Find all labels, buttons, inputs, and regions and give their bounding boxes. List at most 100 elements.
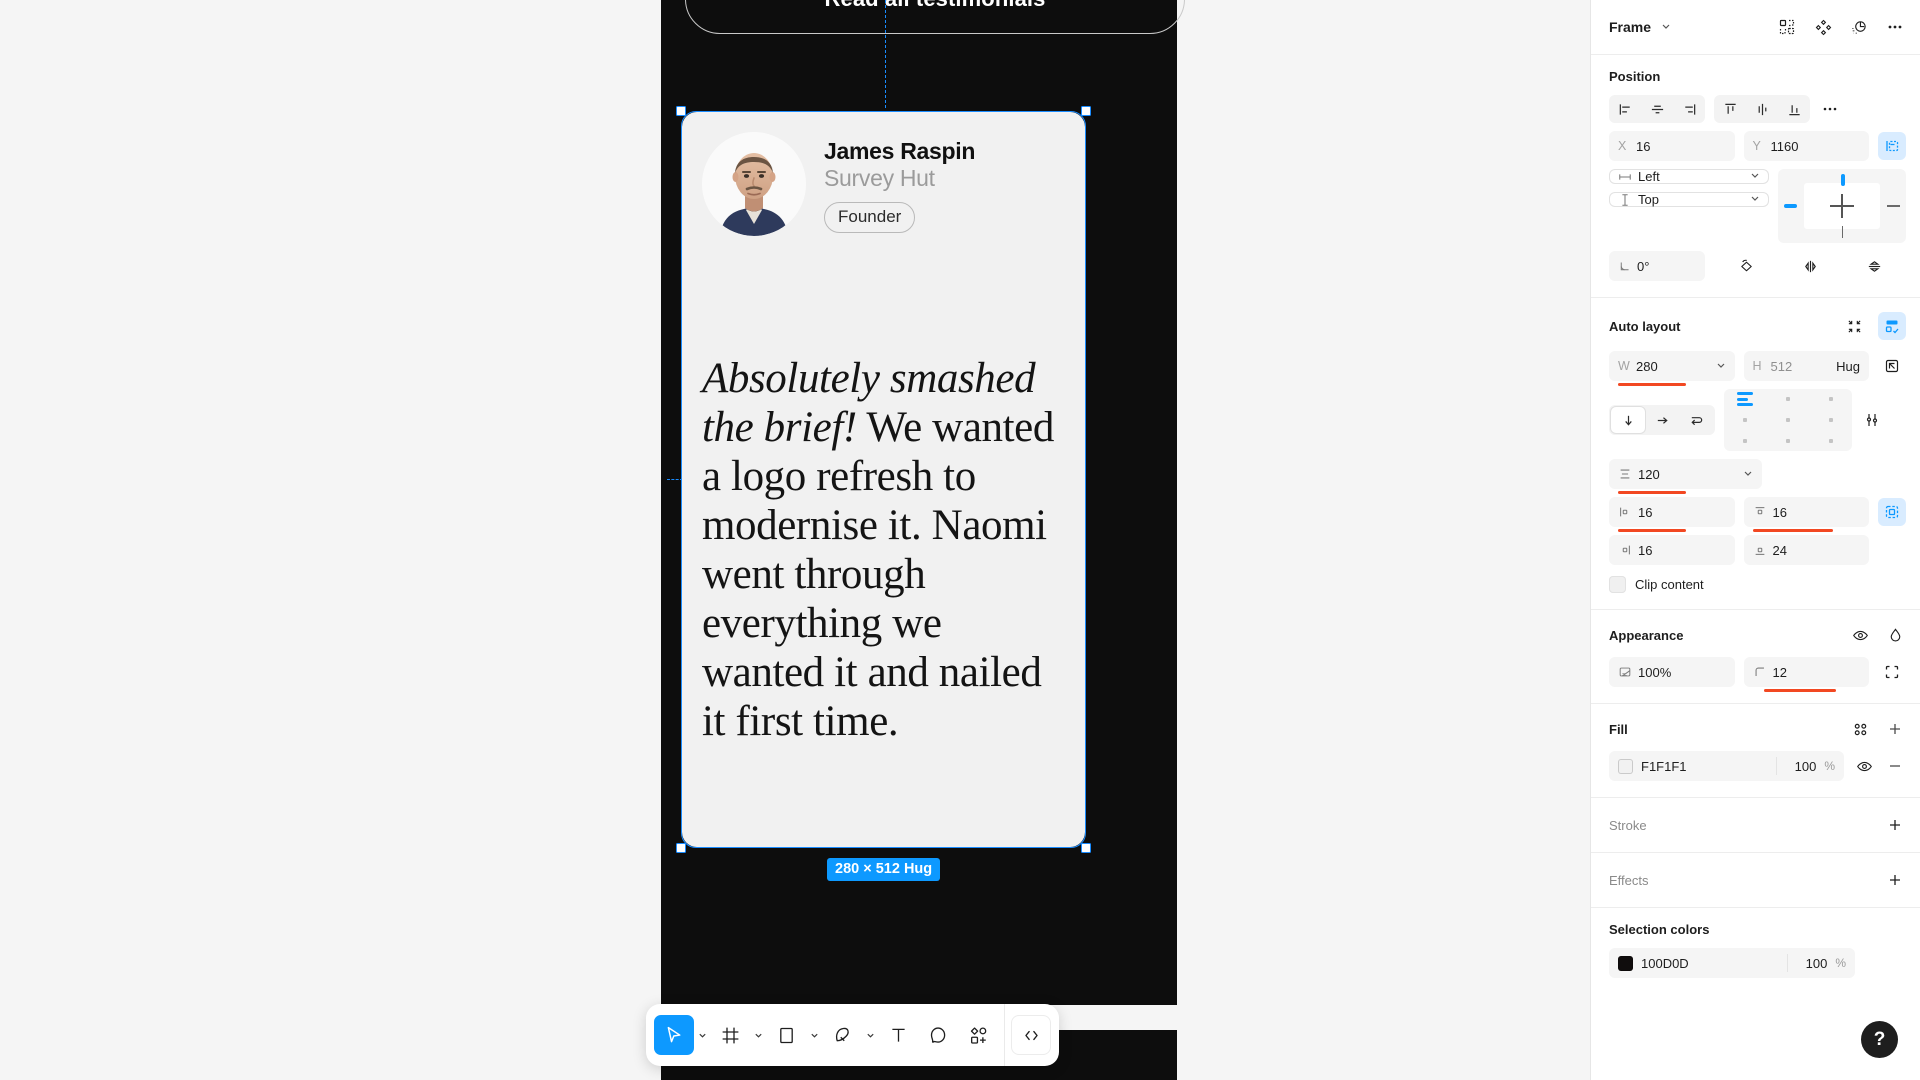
auto-layout-toggle[interactable] <box>1878 312 1906 340</box>
selection-color-field[interactable]: 100D0D 100 % <box>1609 948 1855 978</box>
layout-direction-group[interactable] <box>1609 405 1715 435</box>
align-vertical-center-icon[interactable] <box>1746 95 1778 123</box>
bottom-toolbar[interactable] <box>646 1004 1059 1066</box>
align-middle-right[interactable] <box>1828 417 1833 422</box>
absolute-position-toggle[interactable] <box>1878 132 1906 160</box>
frame-tool-button[interactable] <box>710 1015 750 1055</box>
fill-styles-icon[interactable] <box>1849 718 1871 740</box>
component-set-icon[interactable] <box>1812 16 1834 38</box>
horizontal-constraint-select[interactable]: Left <box>1609 169 1769 184</box>
constraint-left-handle[interactable] <box>1784 204 1797 208</box>
align-bottom-center[interactable] <box>1785 438 1790 443</box>
create-component-icon[interactable] <box>1776 16 1798 38</box>
align-top-icon[interactable] <box>1714 95 1746 123</box>
shape-tool-button[interactable] <box>766 1015 806 1055</box>
opacity-input[interactable]: 100% <box>1609 657 1735 687</box>
constraint-top-handle[interactable] <box>1840 174 1845 186</box>
selection-color-swatch[interactable] <box>1618 955 1633 971</box>
visibility-eye-icon[interactable] <box>1849 624 1871 646</box>
padding-vertical-input[interactable]: 16 <box>1743 497 1869 532</box>
y-position-input[interactable]: Y 1160 <box>1743 131 1869 161</box>
design-canvas[interactable]: Read all testimonials <box>0 0 1590 1080</box>
move-tool-button[interactable] <box>654 1015 694 1055</box>
read-all-testimonials-button[interactable]: Read all testimonials <box>685 0 1185 34</box>
x-position-input[interactable]: X 16 <box>1609 131 1735 161</box>
properties-panel[interactable]: Frame Position X 16 Y 1160 Left Top 0° A… <box>1590 0 1920 1080</box>
direction-wrap-button[interactable] <box>1679 407 1713 433</box>
horizontal-constraint-chevron-down-icon[interactable] <box>1750 170 1760 183</box>
text-tool-button[interactable] <box>878 1015 918 1055</box>
dev-mode-button[interactable] <box>1011 1015 1051 1055</box>
selection-handle-top-right[interactable] <box>1081 106 1091 116</box>
panel-title-chevron-down-icon[interactable] <box>1661 21 1671 34</box>
direction-vertical-button[interactable] <box>1611 407 1645 433</box>
align-middle-center[interactable] <box>1785 417 1790 422</box>
constraint-right-handle[interactable] <box>1887 204 1900 207</box>
gap-input[interactable]: 120 <box>1609 459 1762 494</box>
frame-tool-caret-icon[interactable] <box>750 1015 766 1055</box>
corner-radius-input[interactable]: 12 <box>1743 657 1869 692</box>
selection-handle-bottom-right[interactable] <box>1081 843 1091 853</box>
move-tool-caret-icon[interactable] <box>694 1015 710 1055</box>
align-top-right[interactable] <box>1828 397 1833 402</box>
comment-tool-button[interactable] <box>918 1015 958 1055</box>
align-top-left-selected[interactable] <box>1737 392 1754 407</box>
selection-handle-top-left[interactable] <box>676 106 686 116</box>
padding-bottom-input[interactable]: 24 <box>1743 535 1869 565</box>
constraint-bottom-handle[interactable] <box>1841 226 1844 238</box>
padding-right-input[interactable]: 16 <box>1609 535 1735 565</box>
align-bottom-left[interactable] <box>1743 438 1748 443</box>
align-middle-left[interactable] <box>1743 417 1748 422</box>
fill-visibility-eye-icon[interactable] <box>1853 755 1875 777</box>
padding-horizontal-input[interactable]: 16 <box>1609 497 1735 532</box>
more-options-icon[interactable] <box>1884 16 1906 38</box>
width-chevron-down-icon[interactable] <box>1716 360 1726 373</box>
help-button[interactable]: ? <box>1861 1021 1898 1058</box>
individual-padding-toggle[interactable] <box>1878 498 1906 526</box>
align-right-icon[interactable] <box>1673 95 1705 123</box>
help-label: ? <box>1873 1028 1886 1050</box>
align-vertical-group[interactable] <box>1714 95 1810 123</box>
shape-tool-caret-icon[interactable] <box>806 1015 822 1055</box>
align-bottom-right[interactable] <box>1828 438 1833 443</box>
align-horizontal-group[interactable] <box>1609 95 1705 123</box>
blend-mode-icon[interactable] <box>1884 624 1906 646</box>
more-align-options-icon[interactable] <box>1819 98 1841 120</box>
fill-color-swatch[interactable] <box>1618 758 1633 774</box>
testimonial-card[interactable]: James Raspin Survey Hut Founder Absolute… <box>682 112 1085 847</box>
clip-content-row[interactable]: Clip content <box>1609 576 1906 593</box>
x-value: 16 <box>1636 138 1651 154</box>
individual-corners-toggle[interactable] <box>1878 658 1906 686</box>
gap-chevron-down-icon[interactable] <box>1743 468 1753 481</box>
add-effect-button[interactable] <box>1884 869 1906 891</box>
selection-handle-bottom-left[interactable] <box>676 843 686 853</box>
add-fill-button[interactable] <box>1884 718 1906 740</box>
add-stroke-button[interactable] <box>1884 814 1906 836</box>
flip-horizontal-icon[interactable] <box>1799 255 1821 277</box>
plugins-actions-button[interactable] <box>958 1015 998 1055</box>
height-input[interactable]: H 512 Hug <box>1743 351 1869 381</box>
direction-horizontal-button[interactable] <box>1645 407 1679 433</box>
rotation-input[interactable]: 0° <box>1609 251 1705 281</box>
flip-vertical-icon[interactable] <box>1863 255 1885 277</box>
clip-content-checkbox[interactable] <box>1609 576 1626 593</box>
pen-tool-caret-icon[interactable] <box>862 1015 878 1055</box>
align-left-icon[interactable] <box>1609 95 1641 123</box>
vertical-constraint-select[interactable]: Top <box>1609 192 1769 207</box>
collapse-auto-layout-icon[interactable] <box>1843 315 1865 337</box>
auto-layout-alignment-grid[interactable] <box>1724 389 1852 451</box>
align-bottom-icon[interactable] <box>1778 95 1810 123</box>
align-horizontal-center-icon[interactable] <box>1641 95 1673 123</box>
advanced-layout-settings-icon[interactable] <box>1861 409 1883 431</box>
align-top-center[interactable] <box>1785 397 1790 402</box>
proportion-lock-button[interactable] <box>1878 352 1906 380</box>
remove-fill-button[interactable] <box>1884 755 1906 777</box>
vertical-constraint-chevron-down-icon[interactable] <box>1750 193 1760 206</box>
constraints-widget[interactable] <box>1778 169 1906 243</box>
pen-tool-button[interactable] <box>822 1015 862 1055</box>
fill-color-field[interactable]: F1F1F1 100 % <box>1609 751 1844 781</box>
corner-radius-value: 12 <box>1772 664 1787 680</box>
rotate-icon[interactable] <box>1735 255 1757 277</box>
reset-instance-icon[interactable] <box>1848 16 1870 38</box>
width-input[interactable]: W 280 <box>1609 351 1735 386</box>
